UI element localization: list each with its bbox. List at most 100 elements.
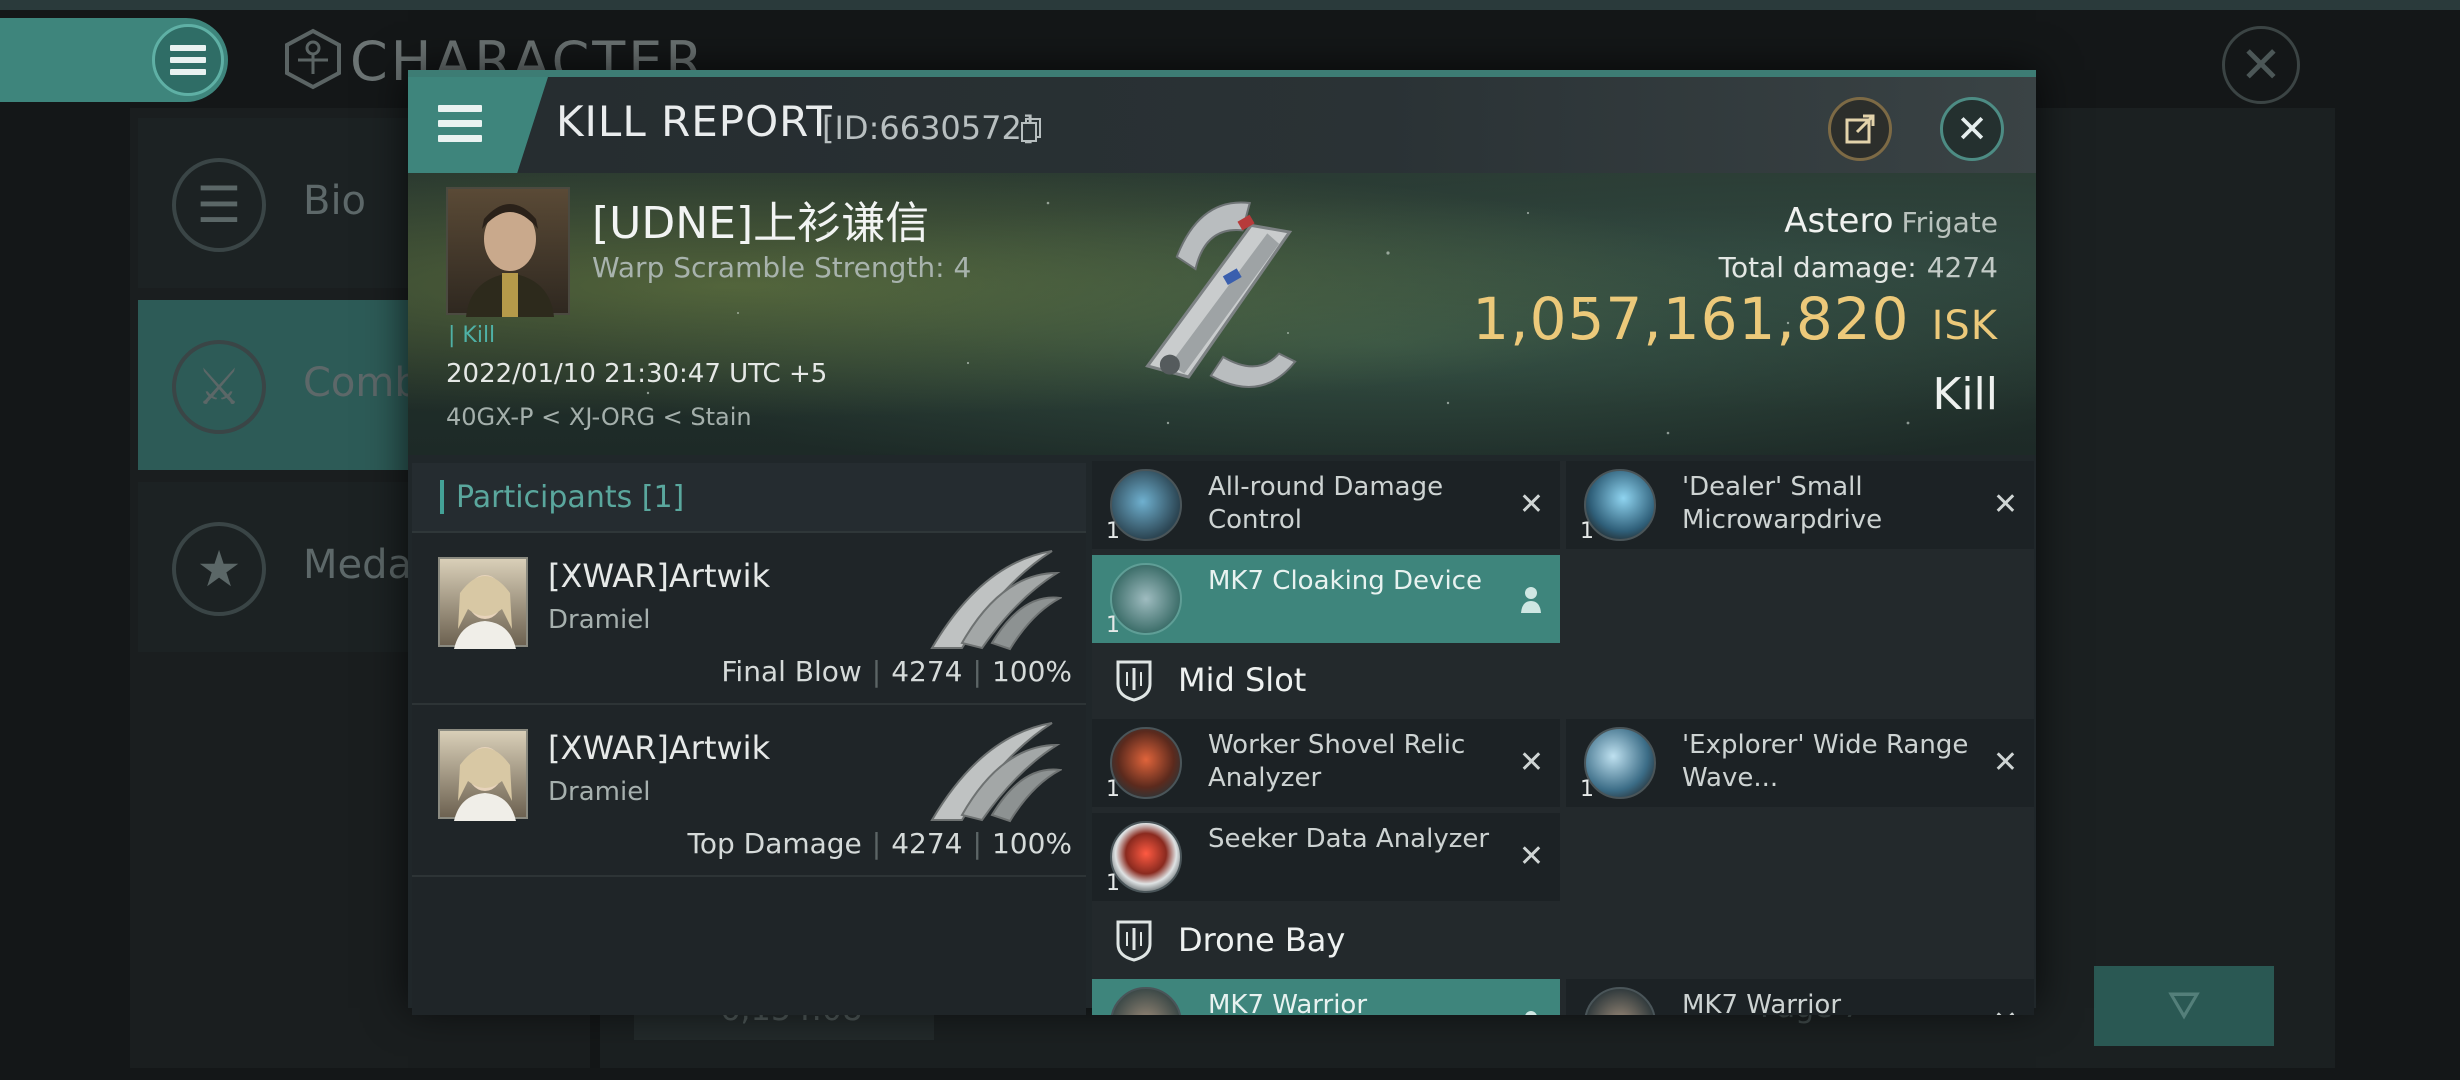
character-icon: [285, 28, 341, 90]
item-name: MK7 Cloaking Device: [1208, 566, 1482, 596]
fitting-item[interactable]: 1 MK7 Warrior: [1092, 979, 1560, 1015]
section-mid-slot: Mid Slot: [1092, 645, 2034, 715]
main-menu-button[interactable]: [0, 18, 228, 102]
total-damage: Total damage: 4274: [1719, 251, 1998, 284]
victim-name[interactable]: [UDNE]上衫谦信: [592, 187, 929, 251]
drone-bay-icon: [1116, 920, 1152, 962]
warp-scramble-strength: Warp Scramble Strength: 4: [592, 251, 972, 284]
ship-type[interactable]: Astero: [1784, 201, 1893, 241]
result-label: Kill: [1932, 369, 1998, 420]
close-button[interactable]: ✕: [1940, 97, 2004, 161]
isk-amount: 1,057,161,820: [1472, 285, 1910, 353]
fitting-item[interactable]: 1 'Dealer' Small Microwarpdrive ✕: [1566, 461, 2034, 549]
destroyed-icon: ✕: [1518, 839, 1544, 874]
destroyed-icon: ✕: [1518, 745, 1544, 780]
item-name: MK7 Warrior: [1682, 990, 1842, 1015]
fitting-item[interactable]: 1 'Explorer' Wide Range Wave... ✕: [1566, 719, 2034, 807]
isk-value: 1,057,161,820 ISK: [1472, 285, 1998, 353]
total-damage-value: 4274: [1926, 251, 1998, 284]
participant-percent: 100%: [991, 827, 1072, 860]
dropped-icon: [1525, 1011, 1537, 1015]
participant-ship: Dramiel: [548, 777, 651, 807]
microwarpdrive-icon: [1584, 469, 1656, 541]
filter-button[interactable]: ⛛: [2094, 966, 2274, 1046]
item-name: 'Explorer' Wide Range Wave...: [1682, 730, 1969, 793]
ship-image: [1145, 201, 1297, 388]
participant-row[interactable]: [XWAR]Artwik Dramiel Final Blow | 4274 | 100…: [412, 533, 1086, 705]
fitting-item[interactable]: 1 Worker Shovel Relic Analyzer ✕: [1092, 719, 1560, 807]
dramiel-ship-icon: [930, 722, 1062, 823]
fitting-item[interactable]: 1 MK7 Warrior ✕: [1566, 979, 2034, 1015]
destroyed-icon: ✕: [1992, 745, 2018, 780]
participant-stats: Top Damage | 4274 | 100%: [687, 827, 1072, 860]
menu-icon: [152, 24, 224, 96]
participant-name: [XWAR]Artwik: [548, 729, 771, 767]
destroyed-icon: ✕: [1518, 487, 1544, 522]
menu-icon: [438, 105, 482, 142]
participants-panel: Participants [1] [XWAR]Artwik Dramiel Fi…: [412, 463, 1086, 1015]
participant-row[interactable]: [XWAR]Artwik Dramiel Top Damage | 4274 | 100…: [412, 705, 1086, 877]
fitting-item[interactable]: 1 All-round Damage Control ✕: [1092, 461, 1560, 549]
participant-role: Final Blow: [721, 655, 862, 688]
participant-name: [XWAR]Artwik: [548, 557, 771, 595]
victim-summary: [UDNE]上衫谦信 Warp Scramble Strength: 4 | K…: [408, 173, 2036, 455]
item-name: Seeker Data Analyzer: [1208, 824, 1490, 854]
item-name: 'Dealer' Small Microwarpdrive: [1682, 472, 1883, 535]
participant-damage: 4274: [891, 655, 963, 688]
sidebar-item-label: Medal: [303, 542, 424, 588]
kill-datetime: 2022/01/10 21:30:47 UTC +5: [446, 359, 828, 389]
section-title: Drone Bay: [1178, 921, 1346, 959]
background-close-icon[interactable]: ✕: [2222, 26, 2300, 104]
modal-header: KILL REPORT [ID:6630572] ✕: [408, 77, 2036, 173]
drone-icon: [1584, 987, 1656, 1015]
share-button[interactable]: [1828, 97, 1892, 161]
share-icon: [1845, 114, 1875, 144]
relic-analyzer-icon: [1110, 727, 1182, 799]
copy-icon[interactable]: [1020, 117, 1042, 143]
item-quantity: 1: [1106, 613, 1120, 638]
sidebar-item-label: Bio: [303, 178, 367, 224]
ship-class: Frigate: [1901, 206, 1999, 239]
participant-avatar: [438, 729, 528, 821]
top-strip: [0, 0, 2460, 10]
participant-stats: Final Blow | 4274 | 100%: [721, 655, 1072, 688]
sidebar-item-label: Comb: [303, 360, 420, 406]
bio-icon: ☰: [172, 158, 266, 252]
victim-portrait[interactable]: [446, 187, 570, 317]
destroyed-icon: ✕: [1992, 487, 2018, 522]
combat-icon: ⚔: [172, 340, 266, 434]
item-name: MK7 Warrior: [1208, 990, 1368, 1015]
fitting-list[interactable]: 1 All-round Damage Control ✕ 1 'Dealer' …: [1092, 461, 2034, 1015]
kill-location[interactable]: 40GX-P < XJ-ORG < Stain: [446, 403, 752, 431]
modal-menu-button[interactable]: [408, 77, 548, 173]
participants-header: Participants [1]: [412, 463, 1086, 533]
victim-avatar: [466, 204, 554, 317]
cloaking-device-icon: [1110, 563, 1182, 635]
report-id: [ID:6630572]: [822, 109, 1035, 147]
modal-title: KILL REPORT: [556, 97, 833, 146]
fitting-item[interactable]: 1 Seeker Data Analyzer ✕: [1092, 813, 1560, 901]
kill-tag: | Kill: [448, 323, 496, 348]
close-icon: ✕: [1956, 107, 1988, 151]
item-quantity: 1: [1106, 777, 1120, 802]
item-quantity: 1: [1106, 519, 1120, 544]
item-quantity: 1: [1580, 519, 1594, 544]
destroyed-icon: ✕: [1993, 1005, 2018, 1015]
participant-ship: Dramiel: [548, 605, 651, 635]
filter-icon: ⛛: [2167, 983, 2201, 1029]
item-quantity: 1: [1106, 871, 1120, 896]
participants-title: Participants [1]: [456, 479, 685, 515]
fitting-item[interactable]: 1 MK7 Cloaking Device: [1092, 555, 1560, 643]
participant-role: Top Damage: [687, 827, 862, 860]
participant-avatar: [438, 557, 528, 649]
item-quantity: 1: [1580, 777, 1594, 802]
participant-percent: 100%: [991, 655, 1072, 688]
mid-slot-icon: [1116, 660, 1152, 702]
ship-name: Astero Frigate: [1784, 201, 1998, 241]
damage-control-icon: [1110, 469, 1182, 541]
isk-unit: ISK: [1931, 303, 1998, 349]
item-name: All-round Damage Control: [1208, 472, 1444, 535]
drone-icon: [1110, 987, 1182, 1015]
section-title: Mid Slot: [1178, 661, 1307, 699]
dropped-icon: [1521, 587, 1541, 613]
